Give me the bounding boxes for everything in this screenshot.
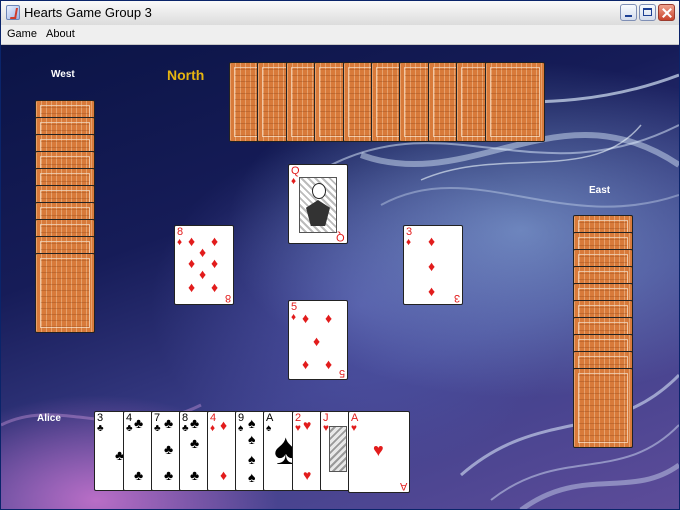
card-pip: ♣ xyxy=(164,415,174,431)
card-suit-icon: ♥ xyxy=(295,423,301,434)
card-suit-icon: ♦ xyxy=(177,237,183,248)
maximize-button[interactable] xyxy=(639,4,656,21)
card-pip: ♣ xyxy=(164,441,174,457)
card-pip: ♠ xyxy=(248,469,256,485)
card-back xyxy=(573,368,633,448)
card-pip: ♦ xyxy=(220,417,228,433)
player-label-south: Alice xyxy=(37,413,61,424)
card-pip: ♦ xyxy=(199,244,207,260)
card-suit-icon: ♦ xyxy=(210,423,216,434)
trick-card-north: Q ♦ Q xyxy=(288,164,348,244)
trick-card-east: 3 ♦ ♦ ♦ ♦ 3 xyxy=(403,225,463,305)
card-pip: ♣ xyxy=(190,467,200,483)
trick-card-west: 8 ♦ ♦ ♦ ♦ ♦ ♦ ♦ ♦ ♦ 8 xyxy=(174,225,234,305)
card-pip: ♠ xyxy=(248,431,256,447)
card-pip: ♦ xyxy=(211,279,219,295)
card-pip: ♦ xyxy=(188,255,196,271)
jack-face-art xyxy=(329,426,347,472)
hand-card[interactable]: A ♥ ♥ A xyxy=(348,411,410,493)
card-pip: ♦ xyxy=(211,233,219,249)
card-pip: ♥ xyxy=(303,467,312,483)
trick-card-south: 5 ♦ ♦ ♦ ♦ ♦ ♦ 5 xyxy=(288,300,348,380)
card-pip: ♦ xyxy=(325,310,333,326)
card-rank-bottom: 3 xyxy=(453,292,460,304)
card-pip: ♠ xyxy=(248,451,256,467)
card-pip: ♦ xyxy=(199,266,207,282)
card-pip: ♣ xyxy=(164,467,174,483)
card-pip: ♦ xyxy=(325,356,333,372)
card-suit-icon: ♣ xyxy=(126,423,133,434)
menu-game[interactable]: Game xyxy=(7,28,37,40)
card-pip: ♦ xyxy=(211,255,219,271)
card-pip: ♦ xyxy=(313,333,321,349)
queen-face-art xyxy=(299,177,337,233)
close-button[interactable] xyxy=(658,4,675,21)
player-label-north: North xyxy=(167,67,205,83)
card-suit-icon: ♥ xyxy=(351,423,357,434)
menu-bar: Game About xyxy=(1,25,679,45)
card-suit-icon: ♠ xyxy=(266,423,272,434)
card-suit-icon: ♣ xyxy=(154,423,161,434)
card-rank-bottom: 5 xyxy=(338,367,345,379)
minimize-button[interactable] xyxy=(620,4,637,21)
game-table: West North East Alice Q ♦ Q 8 ♦ ♦ ♦ ♦ ♦ … xyxy=(1,45,679,509)
player-label-west: West xyxy=(51,69,75,80)
card-pip: ♦ xyxy=(188,233,196,249)
card-pip: ♣ xyxy=(190,415,200,431)
app-window: Hearts Game Group 3 Game About West Nort… xyxy=(0,0,680,510)
card-pip: ♥ xyxy=(373,440,384,460)
card-rank-bottom: Q xyxy=(336,231,345,243)
card-pip: ♣ xyxy=(190,435,200,451)
card-suit-icon: ♣ xyxy=(182,423,189,434)
card-pip: ♠ xyxy=(248,415,256,431)
card-pip: ♣ xyxy=(134,467,144,483)
window-title: Hearts Game Group 3 xyxy=(24,5,152,20)
card-suit-icon: ♣ xyxy=(97,423,104,434)
card-pip: ♦ xyxy=(428,283,436,299)
title-bar[interactable]: Hearts Game Group 3 xyxy=(1,1,679,26)
card-rank-bottom: 8 xyxy=(224,292,231,304)
player-label-east: East xyxy=(589,185,611,196)
card-pip: ♣ xyxy=(134,415,144,431)
card-back xyxy=(35,253,95,333)
card-suit-icon: ♠ xyxy=(238,423,244,434)
card-suit-icon: ♦ xyxy=(406,237,412,248)
card-pip: ♦ xyxy=(188,279,196,295)
card-pip: ♦ xyxy=(428,258,436,274)
card-pip: ♦ xyxy=(302,356,310,372)
card-pip: ♦ xyxy=(428,233,436,249)
java-app-icon xyxy=(6,5,20,20)
card-suit-icon: ♦ xyxy=(291,312,297,323)
card-back xyxy=(485,62,545,142)
card-suit-icon: ♦ xyxy=(291,176,297,187)
card-pip: ♦ xyxy=(220,467,228,483)
card-rank-bottom: A xyxy=(399,480,407,492)
card-pip: ♦ xyxy=(302,310,310,326)
card-pip: ♥ xyxy=(303,417,312,433)
menu-about[interactable]: About xyxy=(46,28,75,40)
